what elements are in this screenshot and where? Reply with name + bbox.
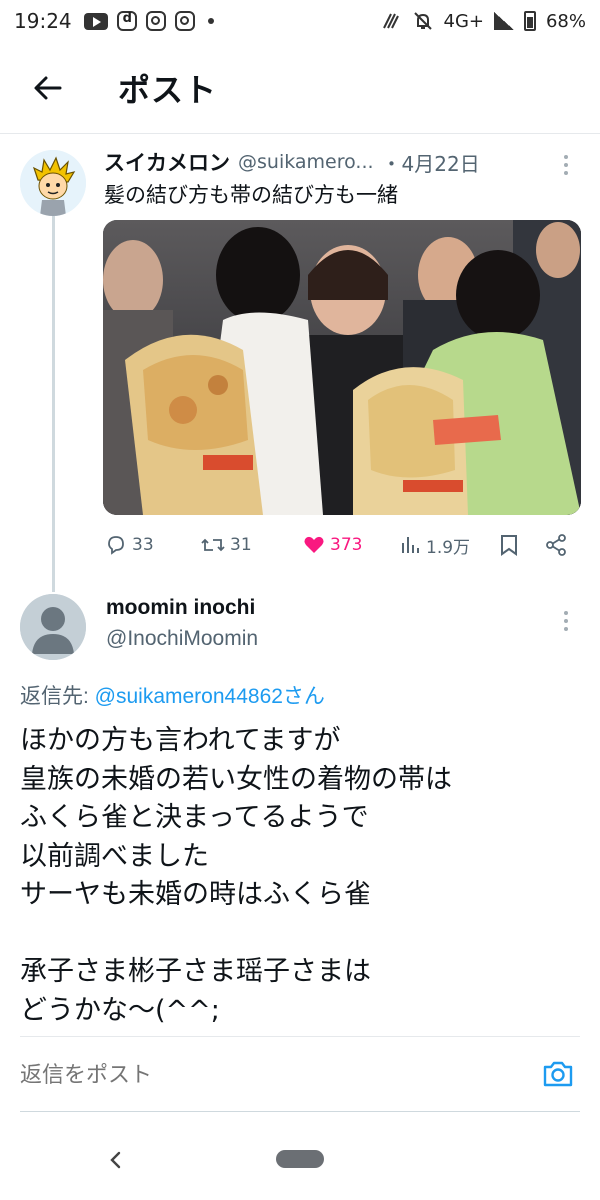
author-name[interactable]: スイカメロン <box>104 147 230 177</box>
default-avatar-icon <box>20 594 86 660</box>
share-icon <box>546 534 566 556</box>
arrow-left-icon <box>34 76 62 99</box>
reply-button[interactable]: 33 <box>104 533 154 557</box>
reply-icon <box>108 536 124 555</box>
tweet-text: 髪の結び方も帯の結び方も一緒 <box>104 183 398 207</box>
share-button[interactable] <box>544 533 568 557</box>
author-name[interactable]: moomin inochi <box>106 596 255 620</box>
top-app-bar: ポスト <box>0 42 600 134</box>
photo-illustration <box>103 220 581 515</box>
bookmark-icon <box>501 535 517 556</box>
thread-connector <box>52 214 55 592</box>
like-button[interactable]: 373 <box>302 533 362 557</box>
reply-composer <box>20 1036 580 1112</box>
signal-icon <box>493 12 514 30</box>
reply-input[interactable] <box>20 1063 520 1088</box>
camera-button[interactable] <box>542 1059 574 1089</box>
tweet-actions: 33 31 373 1.9万 <box>104 528 574 562</box>
battery-level: 68% <box>545 10 586 32</box>
status-time: 19:24 <box>14 9 72 33</box>
back-button[interactable] <box>18 58 78 118</box>
retweet-icon <box>201 538 225 552</box>
like-count: 373 <box>330 535 363 555</box>
views-icon <box>402 537 419 553</box>
chevron-left-icon <box>110 1151 121 1169</box>
instagram-icon <box>145 11 166 31</box>
instagram-icon <box>174 11 195 31</box>
battery-icon <box>523 11 536 31</box>
reply-count: 33 <box>132 535 154 555</box>
avatar[interactable] <box>20 150 86 216</box>
avatar-illustration <box>20 150 86 216</box>
bookmark-button[interactable] <box>499 533 519 557</box>
author-handle[interactable]: @suikamero... <box>238 151 374 173</box>
camera-icon <box>543 1061 573 1087</box>
tweet-text: ほかの方も言われてますが 皇族の未婚の若い女性の着物の帯は ふくら雀と決まってる… <box>20 725 452 1026</box>
status-right: 4G+ 68% <box>380 10 586 32</box>
reply-context: 返信先: @suikameron44862さん <box>20 680 325 710</box>
mute-icon <box>413 12 432 30</box>
reply-target-link[interactable]: @suikameron44862さん <box>95 685 325 708</box>
avatar[interactable] <box>20 594 86 660</box>
retweet-button[interactable]: 31 <box>200 533 252 557</box>
reply-prefix: 返信先: <box>20 685 95 708</box>
views-button[interactable]: 1.9万 <box>400 533 470 558</box>
view-count: 1.9万 <box>426 537 471 558</box>
youtube-icon <box>83 12 108 30</box>
tiktok-icon <box>116 11 137 31</box>
system-back-button[interactable] <box>104 1148 128 1172</box>
tweet-header: スイカメロン @suikamero... ・4月22日 <box>104 146 584 178</box>
tweet-photo[interactable] <box>103 220 581 515</box>
tweet-date[interactable]: ・4月22日 <box>382 148 480 177</box>
nfc-icon <box>382 13 399 29</box>
more-options-icon[interactable] <box>556 150 576 180</box>
status-bar: 19:24 4G+ 68% <box>0 0 600 42</box>
network-label: 4G+ <box>443 10 484 32</box>
system-home-pill[interactable] <box>276 1150 324 1168</box>
dot-icon <box>207 18 214 24</box>
retweet-count: 31 <box>230 535 252 555</box>
author-handle[interactable]: @InochiMoomin <box>106 627 258 651</box>
page-title: ポスト <box>118 70 218 109</box>
more-options-icon[interactable] <box>556 606 576 636</box>
heart-filled-icon <box>304 536 324 553</box>
